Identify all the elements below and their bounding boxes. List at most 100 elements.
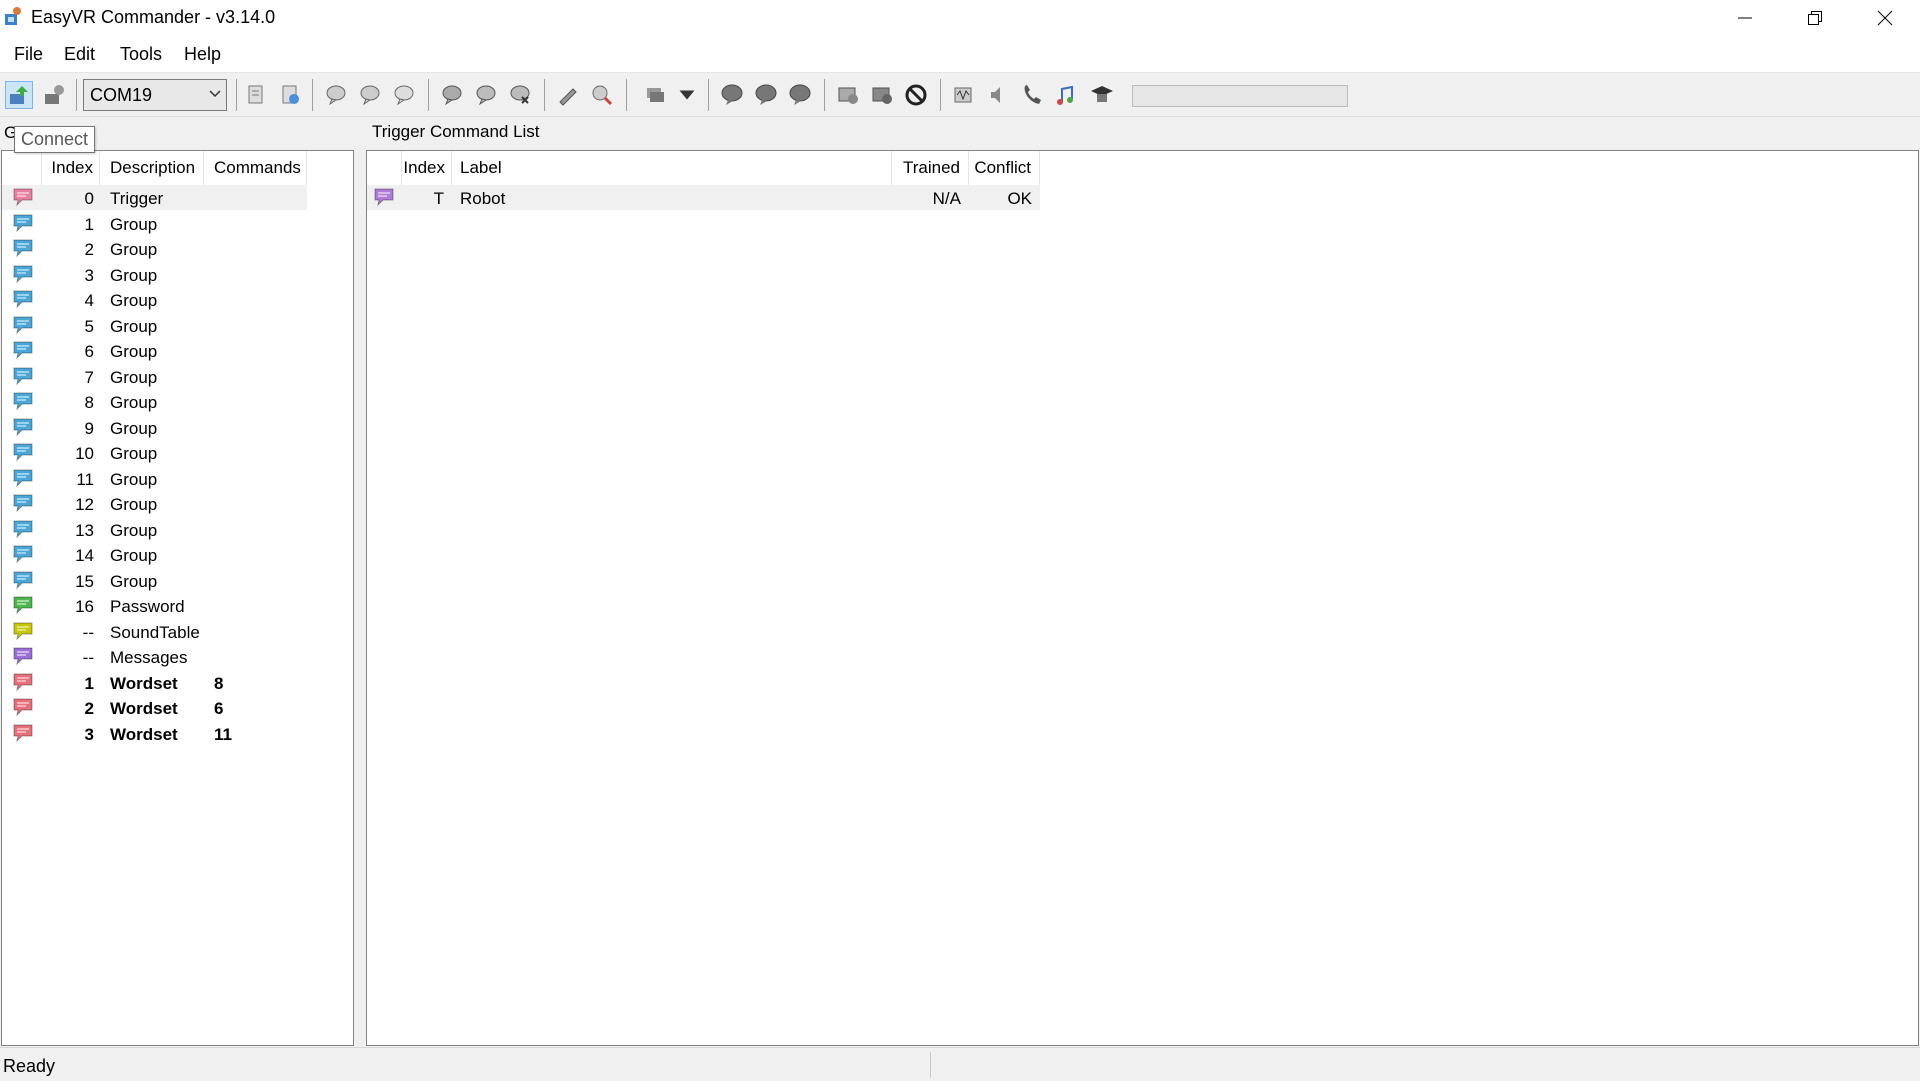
progress-bar — [1132, 85, 1348, 107]
group-row[interactable]: 15 Group — [2, 568, 307, 593]
menu-bar: File Edit Tools Help — [0, 38, 1920, 73]
disconnect-button[interactable] — [40, 81, 68, 109]
group-row[interactable]: 4 Group — [2, 287, 307, 312]
tool-button-10[interactable] — [588, 81, 616, 109]
group-row[interactable]: 3 Wordset 11 — [2, 721, 307, 746]
tool-button-16[interactable] — [868, 81, 896, 109]
group-row[interactable]: 8 Group — [2, 389, 307, 414]
speech-bubble-icon — [13, 673, 33, 692]
tool-dropdown[interactable] — [678, 81, 696, 109]
group-index: 3 — [84, 265, 94, 285]
column-header-trained[interactable]: Trained — [892, 151, 969, 185]
column-header-commands[interactable]: Commands — [204, 151, 307, 185]
group-row[interactable]: 12 Group — [2, 491, 307, 516]
group-row[interactable]: -- Messages — [2, 644, 307, 669]
menu-file[interactable]: File — [14, 44, 43, 65]
group-description: Wordset — [110, 699, 178, 718]
search-icon — [592, 85, 613, 106]
tool-button-13[interactable] — [752, 81, 780, 109]
menu-tools[interactable]: Tools — [120, 44, 162, 65]
bubble-test-icon — [476, 85, 496, 106]
group-index: 1 — [84, 214, 94, 234]
command-label: Robot — [460, 189, 506, 208]
port-select[interactable]: COM19 — [83, 79, 227, 111]
tool-button-4[interactable] — [356, 81, 384, 109]
group-row[interactable]: 1 Group — [2, 211, 307, 236]
group-row[interactable]: 10 Group — [2, 440, 307, 465]
group-row[interactable]: 2 Wordset 6 — [2, 695, 307, 720]
group-row[interactable]: 2 Group — [2, 236, 307, 261]
group-commands: 11 — [214, 724, 232, 744]
device-stop-icon — [872, 87, 892, 104]
speech-bubble-icon — [13, 443, 33, 462]
speech-bubble-icon — [13, 698, 33, 717]
music-icon — [1057, 85, 1073, 105]
speech-bubble-icon — [13, 520, 33, 539]
tool-button-7[interactable] — [472, 81, 500, 109]
group-row[interactable]: 13 Group — [2, 517, 307, 542]
restore-button[interactable] — [1780, 0, 1850, 36]
minimize-button[interactable] — [1710, 0, 1780, 36]
speech-bubble-icon — [13, 622, 33, 641]
group-row[interactable]: 1 Wordset 8 — [2, 670, 307, 695]
pencil-icon — [559, 88, 577, 106]
command-row[interactable]: T Robot N/A OK — [367, 185, 1040, 210]
tool-button-22[interactable] — [1088, 81, 1116, 109]
group-row[interactable]: -- SoundTable — [2, 619, 307, 644]
command-list-label: Trigger Command List — [372, 122, 540, 141]
tool-button-20[interactable] — [1018, 81, 1046, 109]
connect-tooltip: Connect — [14, 126, 96, 153]
chevron-down-icon — [209, 90, 221, 98]
column-header-icon[interactable] — [367, 151, 402, 185]
menu-edit[interactable]: Edit — [64, 44, 95, 65]
group-row[interactable]: 0 Trigger — [2, 185, 307, 210]
command-list[interactable]: Index Label Trained Conflict T Robot N/A OK — [366, 150, 1919, 1046]
group-row[interactable]: 5 Group — [2, 313, 307, 338]
group-description: Group — [110, 214, 158, 234]
column-header-index[interactable]: Index — [42, 151, 100, 185]
column-header-description[interactable]: Description — [100, 151, 204, 185]
tool-button-3[interactable] — [322, 81, 350, 109]
group-row[interactable]: 9 Group — [2, 415, 307, 440]
group-description: Group — [110, 469, 158, 489]
bubble-erase-icon — [510, 85, 530, 104]
tool-button-5[interactable] — [390, 81, 418, 109]
group-index: -- — [82, 622, 94, 642]
group-list[interactable]: Index Description Commands 0 Trigger 1 Grou… — [1, 150, 354, 1046]
speech-bubble-icon — [13, 545, 33, 564]
group-row[interactable]: 7 Group — [2, 364, 307, 389]
tool-button-12[interactable] — [718, 81, 746, 109]
group-row[interactable]: 6 Group — [2, 338, 307, 363]
group-row[interactable]: 16 Password — [2, 593, 307, 618]
group-index: 3 — [84, 724, 94, 744]
speech-bubble-icon — [13, 239, 33, 258]
tool-button-9[interactable] — [554, 81, 582, 109]
tool-button-21[interactable] — [1052, 81, 1080, 109]
tool-button-18[interactable] — [950, 81, 978, 109]
app-icon — [5, 7, 21, 25]
column-header-icon[interactable] — [2, 151, 42, 185]
speech-bubble-icon — [13, 188, 33, 207]
speech-bubble-icon — [13, 647, 33, 666]
group-row[interactable]: 14 Group — [2, 542, 307, 567]
tool-button-19[interactable] — [984, 81, 1012, 109]
close-icon — [1877, 10, 1893, 26]
connect-button[interactable] — [5, 81, 33, 109]
tool-button-6[interactable] — [438, 81, 466, 109]
tool-button-1[interactable] — [242, 81, 270, 109]
group-commands: 8 — [214, 673, 224, 693]
tool-button-2[interactable] — [276, 81, 304, 109]
group-description: Group — [110, 393, 158, 412]
column-header-conflict[interactable]: Conflict — [969, 151, 1040, 185]
tool-button-8[interactable] — [506, 81, 534, 109]
group-row[interactable]: 3 Group — [2, 262, 307, 287]
tool-button-15[interactable] — [834, 81, 862, 109]
tool-button-17[interactable] — [902, 81, 930, 109]
tool-button-11[interactable] — [641, 81, 669, 109]
group-row[interactable]: 11 Group — [2, 466, 307, 491]
column-header-label[interactable]: Label — [452, 151, 892, 185]
column-header-index[interactable]: Index — [402, 151, 452, 185]
tool-button-14[interactable] — [786, 81, 814, 109]
close-button[interactable] — [1850, 0, 1920, 36]
menu-help[interactable]: Help — [184, 44, 221, 65]
